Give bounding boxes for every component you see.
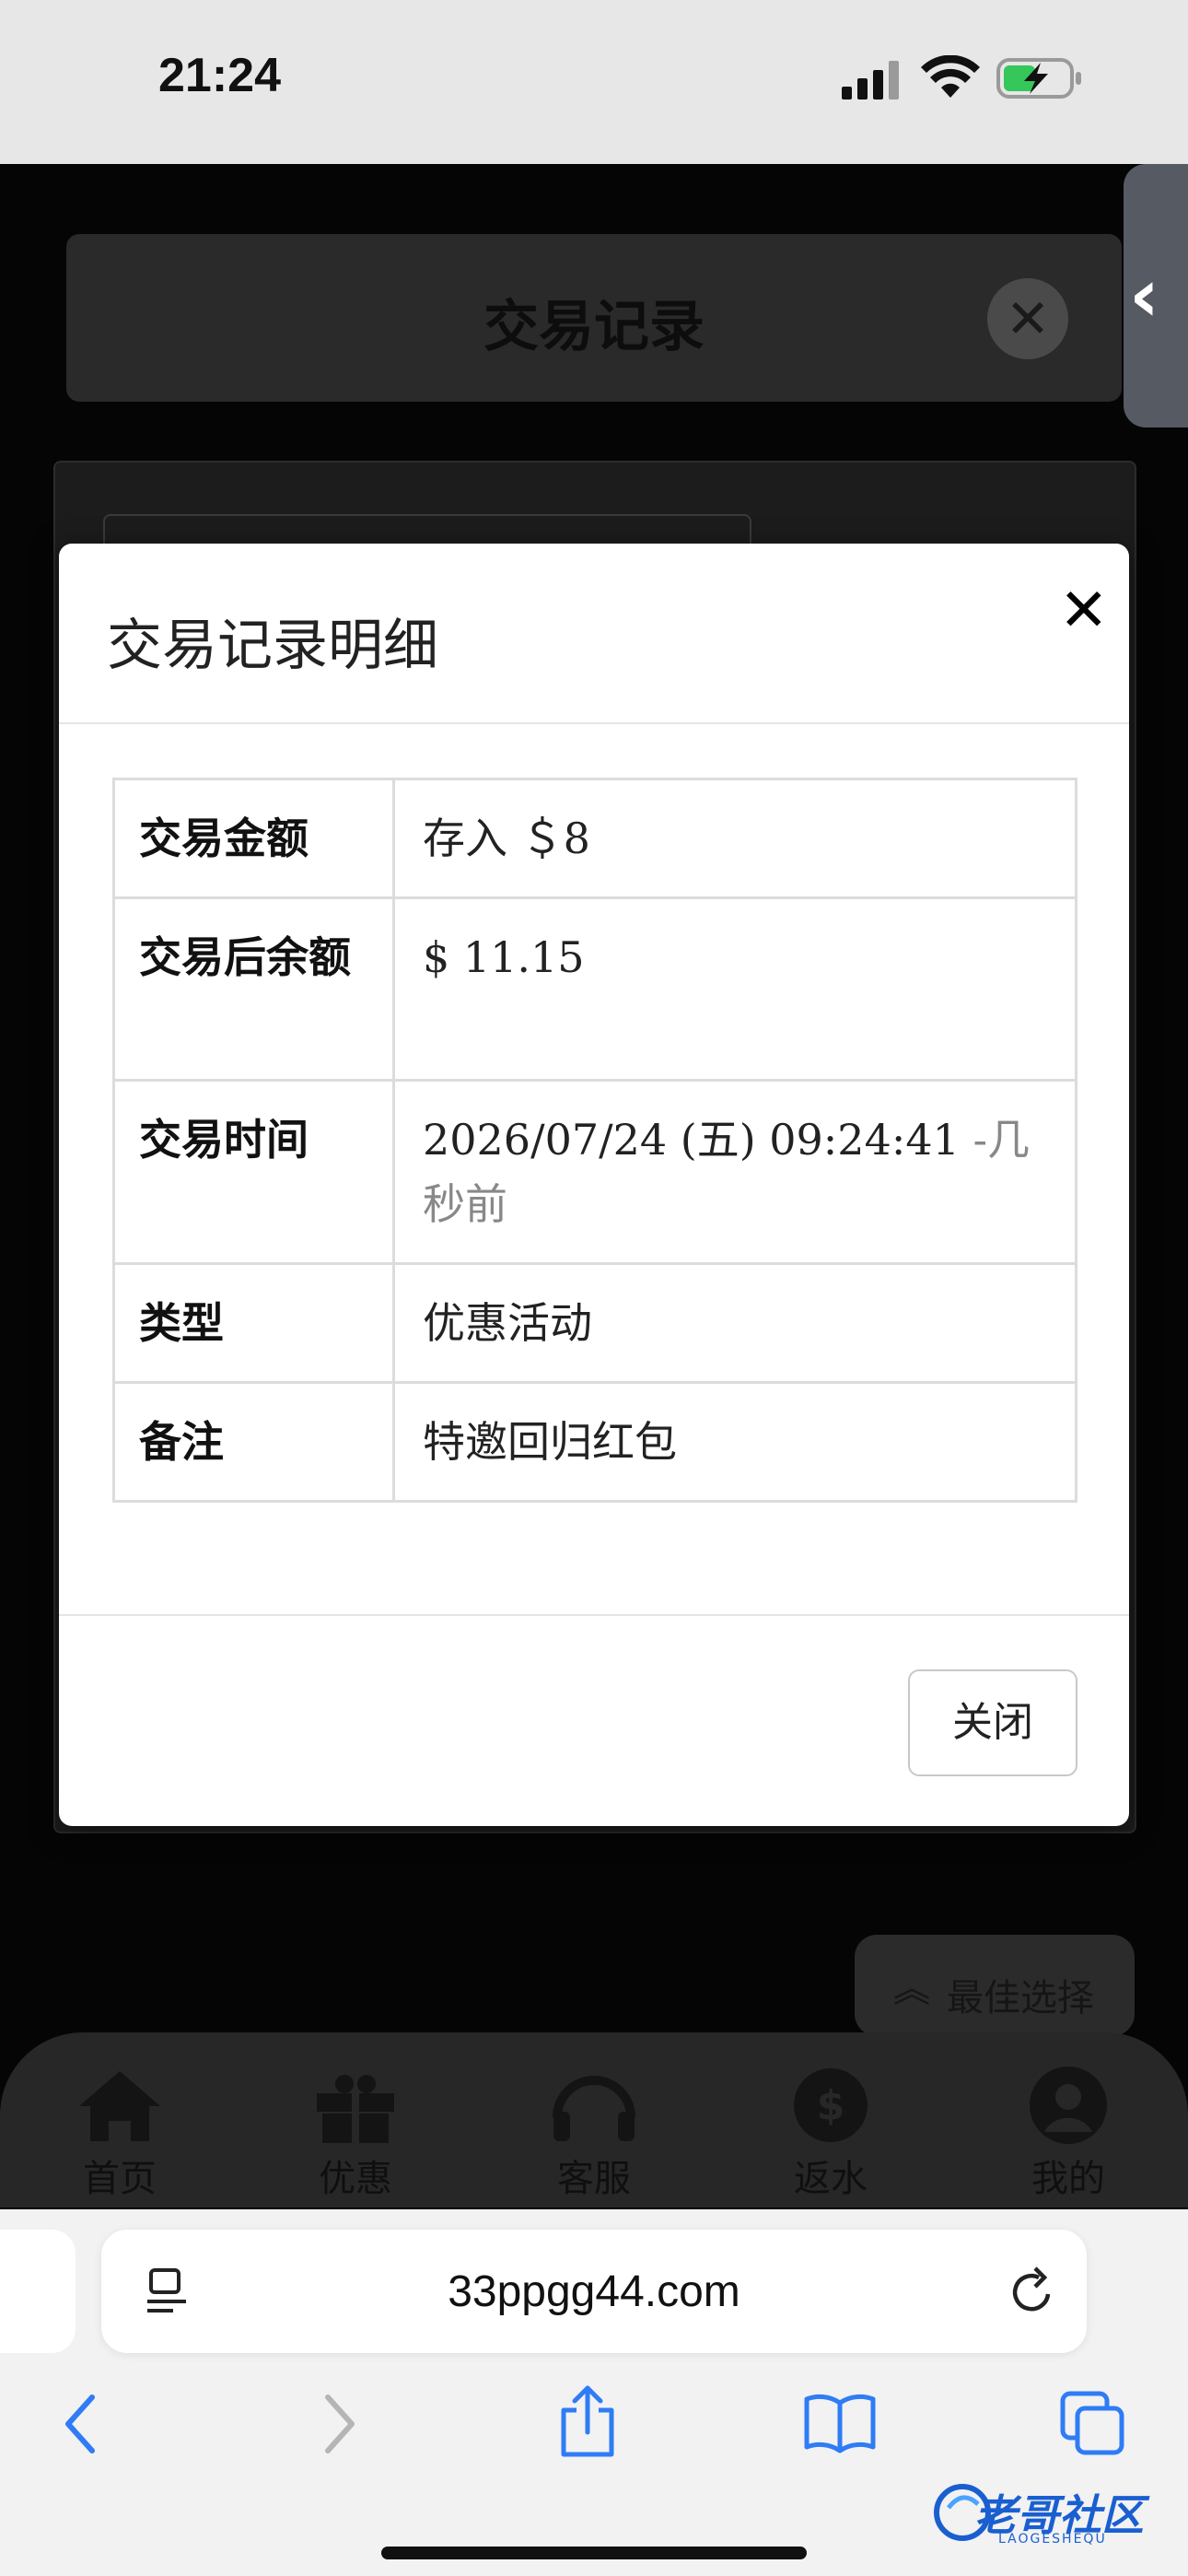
tabs-icon[interactable] <box>1059 2390 1127 2458</box>
best-choice-button[interactable]: ︽ 最佳选择 <box>855 1935 1135 2036</box>
table-row: 备注 特邀回归红包 <box>112 1381 1077 1503</box>
nav-item-support[interactable]: 客服 <box>520 2066 668 2202</box>
battery-charging-icon <box>996 58 1081 99</box>
modal-title: 交易记录明细 <box>107 614 438 678</box>
wifi-icon <box>921 55 980 98</box>
balance-value: $ 11.15 <box>392 896 1077 1082</box>
cellular-signal-icon <box>842 61 899 100</box>
chevron-up-icon: ︽ <box>893 1968 930 2010</box>
dollar-badge-icon: $ <box>794 2068 868 2142</box>
modal-header: 交易记录明细 ✕ <box>59 544 1129 724</box>
browser-chrome: 33ppgg44.com 老哥社区 LAOGESHEQU <box>0 2209 1188 2576</box>
detail-table: 交易金额 存入 ＄8 交易后余额 $ 11.15 交易时间 2026/07/24… <box>112 778 1077 1503</box>
table-row: 交易后余额 $ 11.15 <box>112 896 1077 1082</box>
note-value: 特邀回归红包 <box>392 1381 1077 1503</box>
reload-icon[interactable] <box>1007 2263 1059 2318</box>
page-title: 交易记录 <box>483 295 705 359</box>
row-key: 交易时间 <box>112 1079 395 1265</box>
bottom-nav: 首页 优惠 客服 $ 返水 我的 <box>0 2032 1188 2207</box>
table-row: 交易时间 2026/07/24 (五) 09:24:41 -几秒前 <box>112 1079 1077 1265</box>
headset-icon <box>553 2076 635 2141</box>
gift-icon <box>317 2075 394 2143</box>
row-key: 备注 <box>112 1381 395 1503</box>
amount-value: 存入 ＄8 <box>392 778 1077 899</box>
nav-item-home[interactable]: 首页 <box>46 2066 193 2202</box>
row-key: 交易后余额 <box>112 896 395 1082</box>
modal-footer-divider <box>59 1614 1129 1616</box>
back-icon[interactable] <box>59 2390 103 2458</box>
nav-item-promo[interactable]: 优惠 <box>282 2066 429 2202</box>
bookmarks-icon[interactable] <box>803 2390 877 2454</box>
time-text: 2026/07/24 (五) 09:24:41 <box>423 1115 960 1165</box>
forward-icon[interactable] <box>317 2390 361 2458</box>
time-value: 2026/07/24 (五) 09:24:41 -几秒前 <box>392 1079 1077 1265</box>
home-indicator[interactable] <box>381 2547 807 2559</box>
user-icon <box>1030 2067 1107 2144</box>
transaction-detail-modal: 交易记录明细 ✕ 交易金额 存入 ＄8 交易后余额 $ 11.15 交易时间 2… <box>59 544 1129 1826</box>
table-row: 交易金额 存入 ＄8 <box>112 778 1077 899</box>
nav-item-profile[interactable]: 我的 <box>995 2066 1142 2202</box>
best-choice-label: 最佳选择 <box>947 1977 1094 2020</box>
row-key: 交易金额 <box>112 778 395 899</box>
status-time: 21:24 <box>158 49 281 102</box>
status-bar: 21:24 <box>0 0 1188 164</box>
previous-tab-peek[interactable] <box>0 2230 76 2353</box>
watermark-subtext: LAOGESHEQU <box>998 2532 1107 2547</box>
url-text: 33ppgg44.com <box>448 2267 740 2316</box>
close-button[interactable]: 关闭 <box>908 1669 1077 1776</box>
close-icon[interactable]: ✕ <box>1059 577 1109 645</box>
nav-item-rebate[interactable]: $ 返水 <box>757 2066 904 2202</box>
row-key: 类型 <box>112 1262 395 1384</box>
table-row: 类型 优惠活动 <box>112 1262 1077 1384</box>
share-icon[interactable] <box>558 2383 617 2460</box>
svg-text:$: $ <box>817 2082 845 2129</box>
chevron-left-icon: ‹ <box>1129 252 1159 338</box>
close-icon[interactable]: ✕ <box>987 278 1068 359</box>
page-header: 交易记录 ✕ <box>66 234 1122 402</box>
watermark-logo: 老哥社区 LAOGESHEQU <box>930 2476 1179 2550</box>
home-icon <box>79 2071 160 2141</box>
type-value: 优惠活动 <box>392 1262 1077 1384</box>
address-bar[interactable]: 33ppgg44.com <box>101 2230 1087 2353</box>
